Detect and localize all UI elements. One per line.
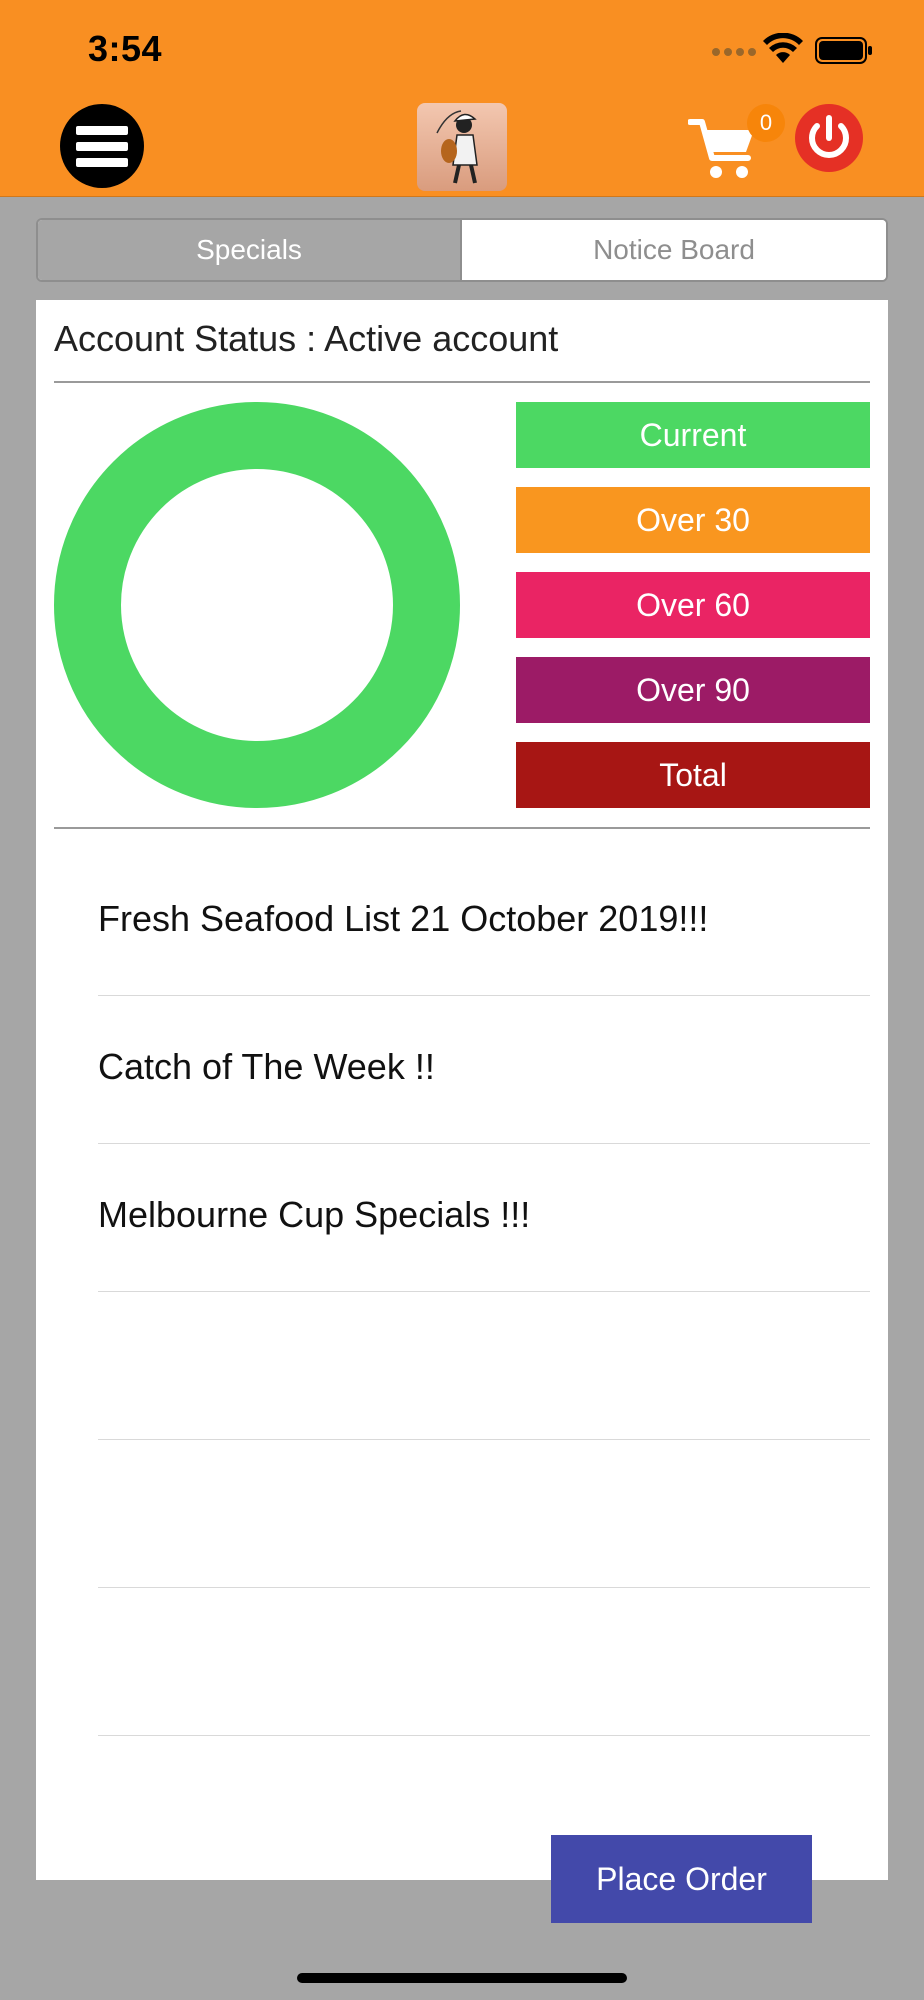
list-item-title: Melbourne Cup Specials !!! <box>98 1194 531 1235</box>
divider <box>54 827 870 829</box>
power-icon <box>809 115 849 159</box>
account-donut-chart <box>54 402 460 808</box>
status-time: 3:54 <box>88 28 163 69</box>
wifi-icon <box>763 33 803 63</box>
cart-count-badge: 0 <box>747 104 785 142</box>
donut-slice-current <box>54 402 460 808</box>
account-status-text: Account Status : Active account <box>54 318 559 359</box>
legend-over-90: Over 90 <box>516 657 870 723</box>
list-item-title: Fresh Seafood List 21 October 2019!!! <box>98 898 709 939</box>
legend-current: Current <box>516 402 870 468</box>
list-item[interactable]: Melbourne Cup Specials !!! <box>98 1144 870 1292</box>
menu-button[interactable] <box>60 104 144 188</box>
app-logo <box>417 103 507 191</box>
logout-button[interactable] <box>795 104 863 172</box>
place-order-button[interactable]: Place Order <box>551 1835 812 1923</box>
list-item-title: Catch of The Week !! <box>98 1046 435 1087</box>
list-item[interactable]: Catch of The Week !! <box>98 996 870 1144</box>
cellular-signal-icon <box>712 46 756 58</box>
legend-total: Total <box>516 742 870 808</box>
tab-notice-board[interactable]: Notice Board <box>462 220 886 280</box>
divider <box>54 381 870 383</box>
battery-icon <box>815 37 872 64</box>
list-item[interactable]: Fresh Seafood List 21 October 2019!!! <box>98 848 870 996</box>
list-item[interactable] <box>98 1292 870 1440</box>
legend-over-60: Over 60 <box>516 572 870 638</box>
list-item[interactable] <box>98 1440 870 1588</box>
home-indicator <box>297 1973 627 1983</box>
segmented-control: Specials Notice Board <box>36 218 888 282</box>
hamburger-icon <box>76 126 128 135</box>
legend-over-30: Over 30 <box>516 487 870 553</box>
list-item[interactable] <box>98 1588 870 1736</box>
tab-specials[interactable]: Specials <box>38 220 462 280</box>
